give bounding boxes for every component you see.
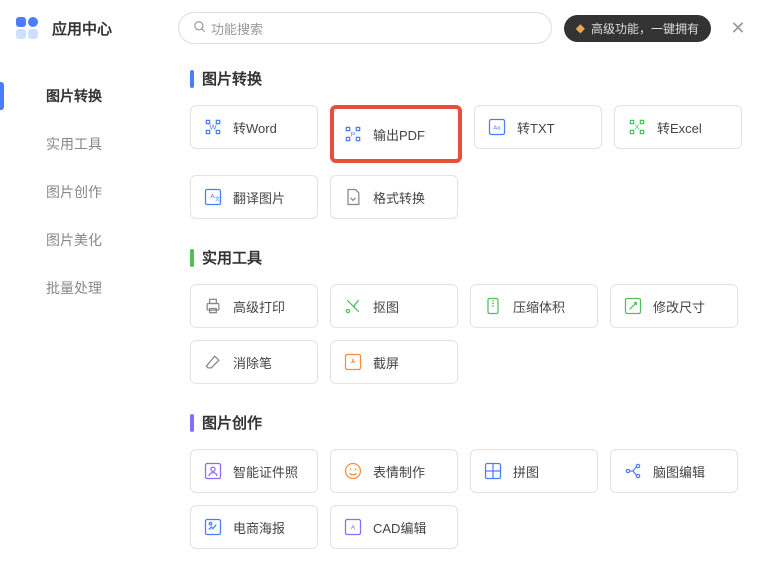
emoji-icon	[343, 461, 363, 481]
poster-icon	[203, 517, 223, 537]
idphoto-icon	[203, 461, 223, 481]
section-bar-icon	[190, 249, 194, 267]
sidebar-item-4[interactable]: 批量处理	[0, 264, 170, 312]
tile-label: 输出PDF	[373, 125, 425, 144]
txt-icon: Aa	[487, 117, 507, 137]
svg-text:P: P	[351, 132, 356, 139]
tile-mindmap[interactable]: 脑图编辑	[610, 449, 738, 493]
tile-label: 电商海报	[233, 518, 285, 537]
tile-label: 抠图	[373, 297, 399, 316]
sidebar-item-label: 实用工具	[46, 134, 102, 154]
svg-text:A: A	[351, 525, 356, 532]
section-title: 图片创作	[202, 412, 262, 433]
tile-label: 智能证件照	[233, 462, 298, 481]
diamond-icon: ◆	[576, 21, 585, 35]
resize-icon	[623, 296, 643, 316]
tile-cutout[interactable]: 抠图	[330, 284, 458, 328]
tile-poster[interactable]: 电商海报	[190, 505, 318, 549]
tile-label: 拼图	[513, 462, 539, 481]
search-placeholder: 功能搜索	[211, 19, 263, 38]
premium-badge[interactable]: ◆ 高级功能，一键拥有	[564, 15, 711, 42]
erase-icon	[203, 352, 223, 372]
cutout-icon	[343, 296, 363, 316]
sidebar-item-2[interactable]: 图片创作	[0, 168, 170, 216]
svg-text:文: 文	[215, 195, 221, 203]
tiles-grid: W 转Word P 输出PDF Aa 转TXT X 转Excel A文翻译图片 格式转换	[190, 105, 749, 219]
sidebar: 图片转换实用工具图片创作图片美化批量处理	[0, 56, 170, 576]
word-icon: W	[203, 117, 223, 137]
section-title: 实用工具	[202, 247, 262, 268]
section-header: 图片转换	[190, 68, 749, 89]
pdf-icon: P	[343, 124, 363, 144]
tile-print[interactable]: 高级打印	[190, 284, 318, 328]
tile-label: 转TXT	[517, 118, 555, 137]
section-title: 图片转换	[202, 68, 262, 89]
svg-text:X: X	[634, 123, 639, 132]
tile-resize[interactable]: 修改尺寸	[610, 284, 738, 328]
collage-icon	[483, 461, 503, 481]
section-1: 实用工具高级打印 抠图 压缩体积 修改尺寸消除笔 截屏	[190, 247, 749, 384]
sidebar-item-3[interactable]: 图片美化	[0, 216, 170, 264]
print-icon	[203, 296, 223, 316]
cad-icon: A	[343, 517, 363, 537]
search-input[interactable]: 功能搜索	[178, 12, 552, 44]
excel-icon: X	[627, 117, 647, 137]
tile-label: 转Excel	[657, 118, 702, 137]
main-content: 图片转换W转WordP输出PDFAa转TXTX转ExcelA文翻译图片格式转换实…	[170, 56, 769, 576]
tile-word[interactable]: W 转Word	[190, 105, 318, 149]
tile-cad[interactable]: A CAD编辑	[330, 505, 458, 549]
tile-excel[interactable]: X 转Excel	[614, 105, 742, 149]
screenshot-icon	[343, 352, 363, 372]
search-icon	[193, 20, 207, 37]
tile-pdf[interactable]: P 输出PDF	[330, 105, 462, 163]
svg-text:Aa: Aa	[493, 126, 501, 132]
section-header: 实用工具	[190, 247, 749, 268]
mindmap-icon	[623, 461, 643, 481]
tile-txt[interactable]: Aa 转TXT	[474, 105, 602, 149]
tile-label: 高级打印	[233, 297, 285, 316]
section-bar-icon	[190, 414, 194, 432]
tile-label: 格式转换	[373, 188, 425, 207]
sidebar-item-label: 批量处理	[46, 278, 102, 298]
tile-label: 消除笔	[233, 353, 272, 372]
app-logo-icon	[16, 17, 40, 39]
tile-label: 修改尺寸	[653, 297, 705, 316]
section-2: 图片创作智能证件照 表情制作 拼图 脑图编辑电商海报 A CAD编辑	[190, 412, 749, 549]
translate-icon: A文	[203, 187, 223, 207]
tiles-grid: 高级打印 抠图 压缩体积 修改尺寸消除笔 截屏	[190, 284, 749, 384]
tile-translate[interactable]: A文翻译图片	[190, 175, 318, 219]
tile-collage[interactable]: 拼图	[470, 449, 598, 493]
format-icon	[343, 187, 363, 207]
premium-text: 高级功能，一键拥有	[591, 20, 699, 37]
sidebar-item-label: 图片转换	[46, 86, 102, 106]
section-header: 图片创作	[190, 412, 749, 433]
svg-text:W: W	[209, 123, 217, 132]
tile-erase[interactable]: 消除笔	[190, 340, 318, 384]
sidebar-item-1[interactable]: 实用工具	[0, 120, 170, 168]
tile-emoji[interactable]: 表情制作	[330, 449, 458, 493]
close-icon: ✕	[730, 18, 745, 38]
tile-label: 压缩体积	[513, 297, 565, 316]
topbar: 应用中心 功能搜索 ◆ 高级功能，一键拥有 ✕	[0, 0, 769, 56]
tile-label: 脑图编辑	[653, 462, 705, 481]
tile-idphoto[interactable]: 智能证件照	[190, 449, 318, 493]
section-0: 图片转换 W 转Word P 输出PDF Aa 转TXT X 转Excel A文翻译图片 格式转换	[190, 68, 749, 219]
tile-label: 翻译图片	[233, 188, 285, 207]
tiles-grid: 智能证件照 表情制作 拼图 脑图编辑电商海报 A CAD编辑	[190, 449, 749, 549]
close-button[interactable]: ✕	[723, 18, 753, 39]
tile-compress[interactable]: 压缩体积	[470, 284, 598, 328]
tile-format[interactable]: 格式转换	[330, 175, 458, 219]
compress-icon	[483, 296, 503, 316]
sidebar-item-label: 图片创作	[46, 182, 102, 202]
tile-label: 截屏	[373, 353, 399, 372]
tile-label: CAD编辑	[373, 518, 426, 537]
tile-screenshot[interactable]: 截屏	[330, 340, 458, 384]
tile-label: 转Word	[233, 118, 277, 137]
sidebar-item-label: 图片美化	[46, 230, 102, 250]
app-title: 应用中心	[52, 18, 112, 39]
section-bar-icon	[190, 70, 194, 88]
sidebar-item-0[interactable]: 图片转换	[0, 72, 170, 120]
tile-label: 表情制作	[373, 462, 425, 481]
